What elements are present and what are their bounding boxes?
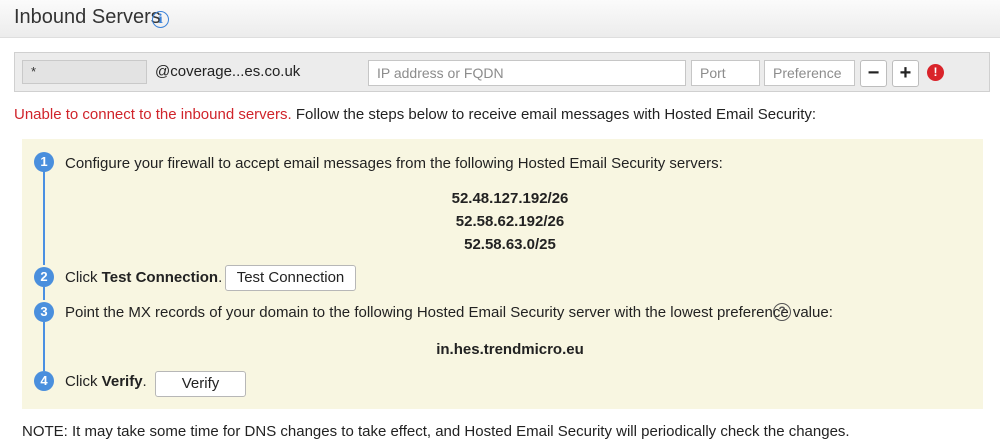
page-header: Inbound Servers i: [0, 0, 1000, 38]
step-connector: [43, 287, 45, 300]
step-number: 3: [34, 302, 54, 322]
mx-server-address: in.hes.trendmicro.eu: [436, 341, 584, 358]
page-title: Inbound Servers: [14, 6, 161, 28]
port-input[interactable]: [691, 60, 760, 86]
step-2-text: Click Test Connection.: [65, 269, 222, 286]
inbound-server-row: * @coverage...es.co.uk − + !: [14, 52, 990, 92]
domain-label: @coverage...es.co.uk: [155, 63, 301, 80]
add-server-button[interactable]: +: [892, 60, 919, 87]
host-field[interactable]: *: [22, 60, 147, 84]
verify-button[interactable]: Verify: [155, 371, 246, 397]
step-3-text: Point the MX records of your domain to t…: [65, 304, 833, 321]
step-number: 1: [34, 152, 54, 172]
step-prefix: Click: [65, 269, 102, 286]
preference-input[interactable]: [764, 60, 855, 86]
server-address: 52.58.63.0/25: [464, 236, 556, 253]
step-action: Verify: [101, 373, 143, 390]
test-connection-button[interactable]: Test Connection: [225, 265, 356, 291]
step-1-text: Configure your firewall to accept email …: [65, 155, 723, 172]
help-icon[interactable]: ?: [773, 303, 791, 321]
instruction-text: Follow the steps below to receive email …: [291, 106, 817, 123]
step-number: 2: [34, 267, 54, 287]
step-action: Test Connection: [101, 269, 219, 286]
remove-server-button[interactable]: −: [860, 60, 887, 87]
step-number: 4: [34, 371, 54, 391]
dns-note: NOTE: It may take some time for DNS chan…: [22, 423, 850, 440]
step-suffix: .: [142, 373, 147, 390]
error-message: Unable to connect to the inbound servers…: [14, 106, 292, 123]
ip-address-input[interactable]: [368, 60, 686, 86]
error-icon[interactable]: !: [927, 64, 944, 81]
step-suffix: .: [218, 269, 223, 286]
step-prefix: Click: [65, 373, 102, 390]
step-4-text: Click Verify.: [65, 373, 147, 390]
connection-message: Unable to connect to the inbound servers…: [14, 106, 816, 123]
server-address: 52.48.127.192/26: [451, 190, 569, 207]
info-icon[interactable]: i: [152, 11, 169, 28]
server-address: 52.58.62.192/26: [455, 213, 565, 230]
